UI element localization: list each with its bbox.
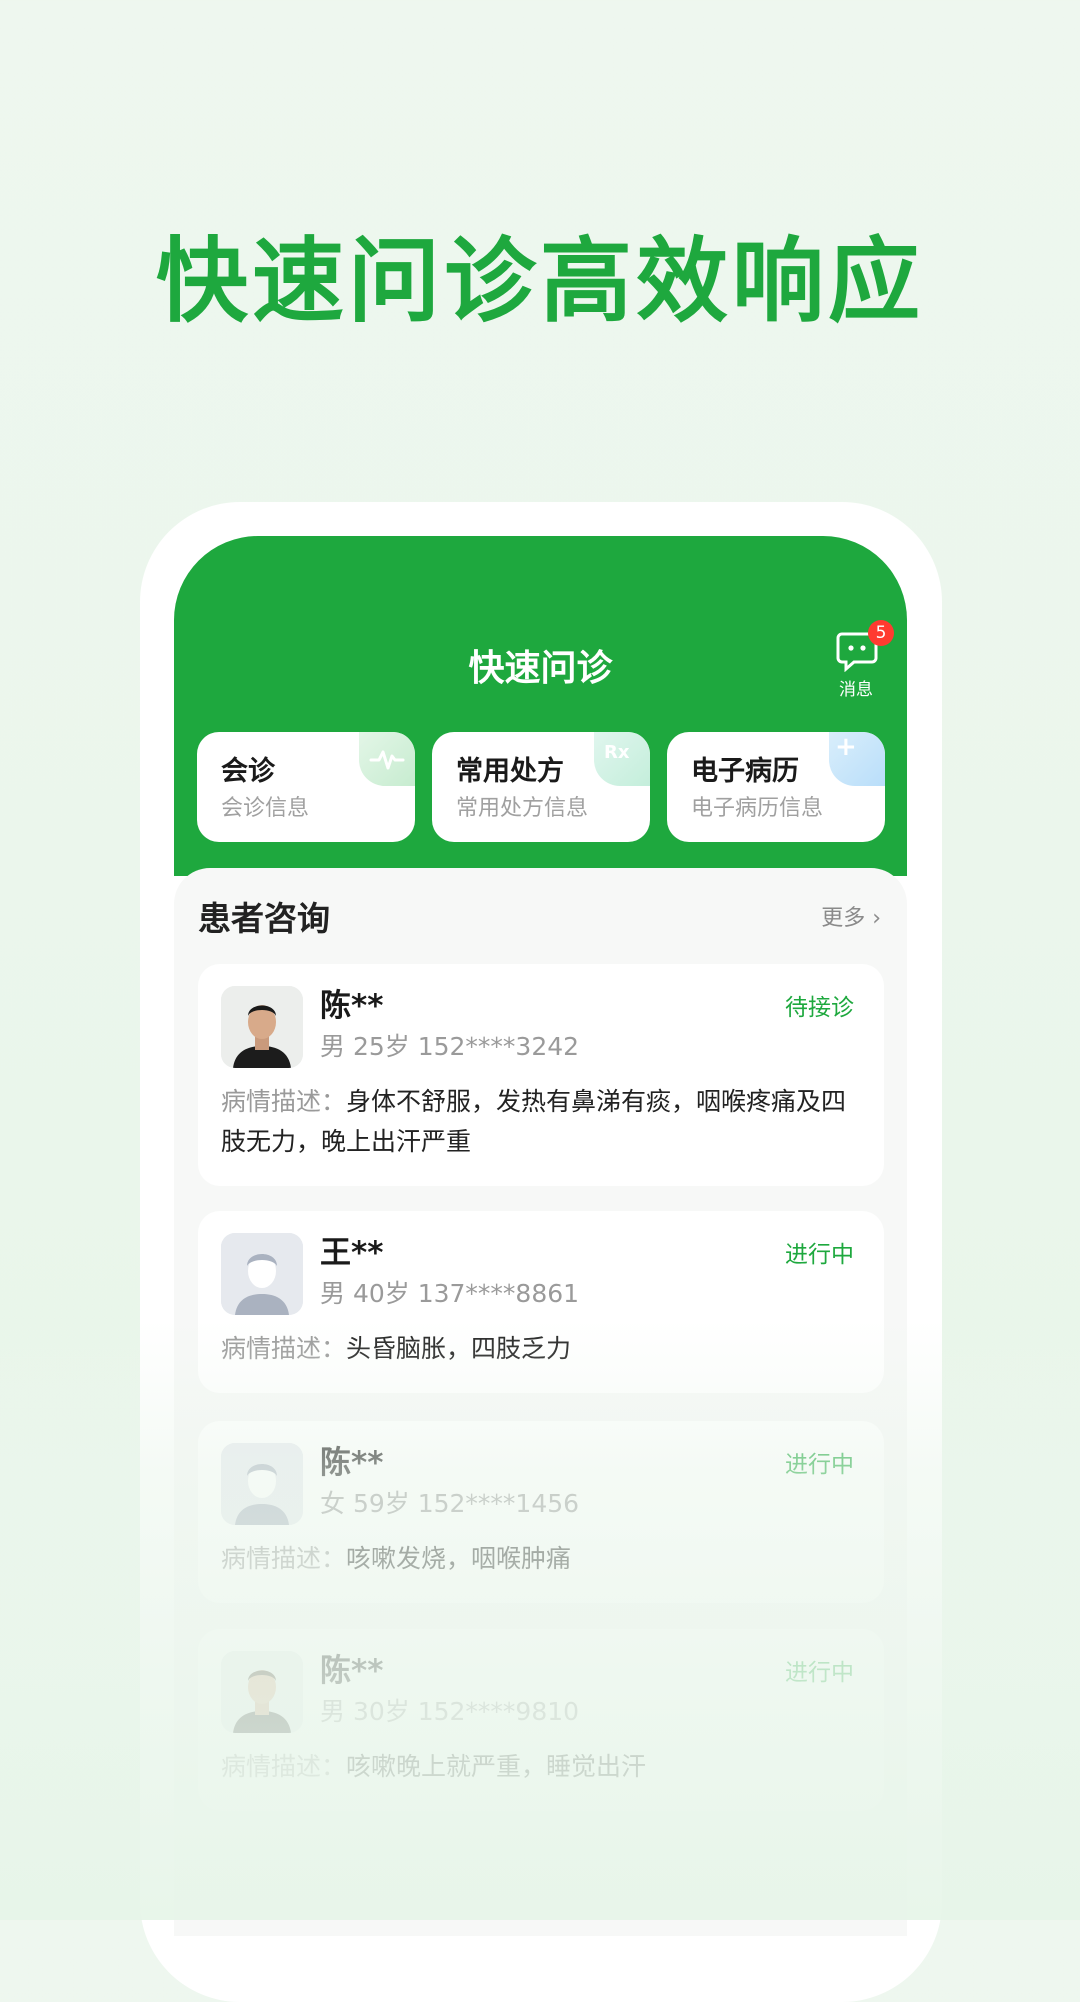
rx-text: Rx bbox=[604, 742, 630, 763]
page-title: 快速问诊 bbox=[468, 648, 613, 689]
status-badge: 进行中 bbox=[785, 1242, 854, 1268]
description-label: 病情描述： bbox=[221, 1087, 347, 1116]
patient-info: 男 30岁 152****9810 bbox=[320, 1697, 580, 1726]
description-text: 头昏脑胀，四肢乏力 bbox=[346, 1334, 572, 1363]
messages-label: 消息 bbox=[839, 680, 873, 700]
more-link[interactable]: 更多 › bbox=[821, 904, 881, 934]
prescription-card[interactable]: Rx 常用处方 常用处方信息 bbox=[432, 732, 650, 842]
quick-action-subtitle: 会诊信息 bbox=[221, 796, 310, 821]
patient-info: 男 25岁 152****3242 bbox=[320, 1032, 580, 1061]
quick-action-title: 电子病历 bbox=[691, 756, 799, 787]
patient-name: 王** bbox=[320, 1235, 384, 1271]
description-label: 病情描述： bbox=[221, 1752, 347, 1781]
patient-info: 男 40岁 137****8861 bbox=[320, 1279, 580, 1308]
patient-card[interactable]: 王** 男 40岁 137****8861 进行中 病情描述：头昏脑胀，四肢乏力 bbox=[198, 1211, 884, 1393]
condition-description: 病情描述：身体不舒服，发热有鼻涕有痰，咽喉疼痛及四肢无力，晚上出汗严重 bbox=[221, 1082, 861, 1162]
messages-button[interactable]: 5 消息 bbox=[826, 620, 894, 710]
quick-action-subtitle: 电子病历信息 bbox=[691, 796, 824, 821]
patient-card[interactable]: 陈** 女 59岁 152****1456 进行中 病情描述：咳嗽发烧，咽喉肿痛 bbox=[198, 1421, 884, 1603]
description-text: 咳嗽晚上就严重，睡觉出汗 bbox=[346, 1752, 647, 1781]
patient-name: 陈** bbox=[320, 1653, 384, 1689]
default-avatar bbox=[221, 1233, 303, 1315]
unread-badge: 5 bbox=[868, 620, 894, 646]
patient-card[interactable]: 陈** 男 25岁 152****3242 待接诊 病情描述：身体不舒服，发热有… bbox=[198, 964, 884, 1186]
medical-record-card[interactable]: + 电子病历 电子病历信息 bbox=[667, 732, 885, 842]
condition-description: 病情描述：咳嗽晚上就严重，睡觉出汗 bbox=[221, 1747, 861, 1787]
patient-name: 陈** bbox=[320, 988, 384, 1024]
rx-icon: Rx bbox=[594, 732, 650, 786]
patient-name: 陈** bbox=[320, 1445, 384, 1481]
quick-action-title: 常用处方 bbox=[456, 756, 564, 787]
app-screen: 快速问诊 5 消息 会诊 会诊信息 Rx 常用处方 常用处方信息 + 电子病历 … bbox=[174, 536, 907, 1936]
promo-headline: 快速问诊高效响应 bbox=[155, 228, 924, 335]
default-avatar bbox=[221, 1443, 303, 1525]
patient-info: 女 59岁 152****1456 bbox=[320, 1489, 580, 1518]
patient-card[interactable]: 陈** 男 30岁 152****9810 进行中 病情描述：咳嗽晚上就严重，睡… bbox=[198, 1629, 884, 1811]
quick-action-title: 会诊 bbox=[221, 756, 275, 787]
condition-description: 病情描述：咳嗽发烧，咽喉肿痛 bbox=[221, 1539, 861, 1579]
plus-text: + bbox=[835, 732, 857, 762]
description-label: 病情描述： bbox=[221, 1544, 347, 1573]
pulse-icon bbox=[359, 732, 415, 786]
status-badge: 进行中 bbox=[785, 1452, 854, 1478]
condition-description: 病情描述：头昏脑胀，四肢乏力 bbox=[221, 1329, 861, 1369]
patient-photo-avatar bbox=[221, 986, 303, 1068]
description-label: 病情描述： bbox=[221, 1334, 347, 1363]
app-header: 快速问诊 5 消息 会诊 会诊信息 Rx 常用处方 常用处方信息 + 电子病历 … bbox=[174, 536, 907, 876]
quick-action-subtitle: 常用处方信息 bbox=[456, 796, 589, 821]
patient-photo-avatar bbox=[221, 1651, 303, 1733]
status-badge: 待接诊 bbox=[785, 995, 854, 1021]
consultation-list-panel: 患者咨询 更多 › 陈** 男 25岁 152****3242 待接诊 病情描述… bbox=[174, 868, 907, 1936]
medical-cross-icon: + bbox=[829, 732, 885, 786]
section-title: 患者咨询 bbox=[198, 899, 330, 938]
consultation-card[interactable]: 会诊 会诊信息 bbox=[197, 732, 415, 842]
status-badge: 进行中 bbox=[785, 1660, 854, 1686]
description-text: 咳嗽发烧，咽喉肿痛 bbox=[346, 1544, 572, 1573]
